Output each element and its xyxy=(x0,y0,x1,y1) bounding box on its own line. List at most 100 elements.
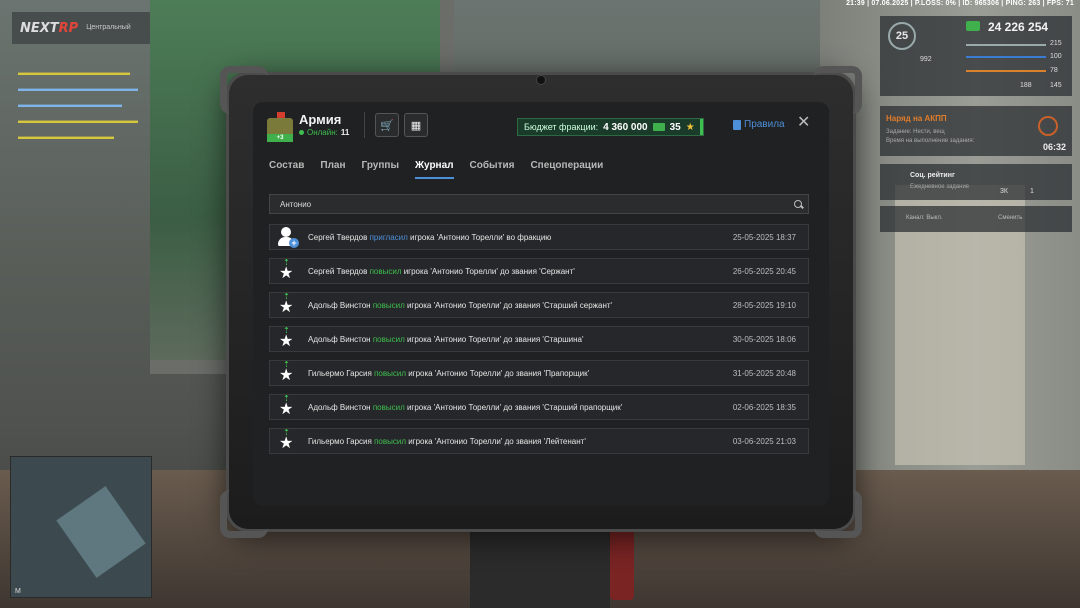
logo-brand: NEXTRP xyxy=(20,20,79,36)
stat-b: 145 xyxy=(1050,82,1062,89)
player-weapon xyxy=(610,520,634,600)
log-actor: Гильермо Гарсия xyxy=(308,368,375,378)
rules-link[interactable]: Правила xyxy=(733,119,785,130)
faction-budget: Бюджет фракции: 4 360 000 35 ★ xyxy=(517,118,704,136)
log-row: ⇡ ★ Адольф Винстон повысил игрока 'Антонио… xyxy=(269,326,809,352)
log-text: Адольф Винстон повысил игрока 'Антонио Т… xyxy=(308,403,733,412)
log-actor: Адольф Винстон xyxy=(308,300,373,310)
log-action: пригласил xyxy=(369,232,408,242)
radio-switch: Сменить xyxy=(998,215,1023,221)
stat-a: 188 xyxy=(1020,82,1032,89)
log-actor: Гильермо Гарсия xyxy=(308,436,375,446)
log-details: игрока 'Антонио Торелли' во фракцию xyxy=(407,232,552,242)
level-badge: 25 xyxy=(888,22,916,50)
online-status: Онлайн: 11 xyxy=(299,128,349,137)
budget-label: Бюджет фракции: xyxy=(524,122,599,132)
log-action: повысил xyxy=(374,436,406,446)
promote-star-icon: ⇡ ★ xyxy=(279,292,294,316)
social-a: 3К xyxy=(1000,188,1008,195)
armor-bar xyxy=(966,56,1046,58)
chat-line: ▬▬▬▬▬▬▬▬▬▬▬▬▬▬ xyxy=(18,68,130,77)
log-action: повысил xyxy=(372,402,405,412)
job-title: Наряд на АКПП xyxy=(886,114,947,123)
log-text: Адольф Винстон повысил игрока 'Антонио Т… xyxy=(308,301,733,310)
job-panel: Наряд на АКПП Задание: Нести, вещ Время … xyxy=(880,106,1072,156)
tab-5[interactable]: Спецоперации xyxy=(530,160,603,179)
log-row: ⇡ ★ Адольф Винстон повысил игрока 'Антонио… xyxy=(269,394,809,420)
tab-3[interactable]: Журнал xyxy=(414,160,454,179)
chat-line: ▬▬▬▬▬▬▬▬▬▬▬▬ xyxy=(18,132,114,141)
online-count: 11 xyxy=(340,128,350,137)
hunger-value: 78 xyxy=(1050,67,1058,74)
promote-star-icon: ⇡ ★ xyxy=(279,428,294,452)
header-divider xyxy=(364,112,365,138)
log-date: 30-05-2025 18:06 xyxy=(732,334,796,344)
tab-2[interactable]: Группы xyxy=(362,160,399,179)
budget-value: 4 360 000 xyxy=(603,121,648,133)
tablet-header: +3 Армия Онлайн: 11 🛒 ▦ Бюджет фракции: 4… xyxy=(253,102,829,150)
log-text: Гильермо Гарсия повысил игрока 'Антонио … xyxy=(308,369,733,378)
social-rating-panel: Соц. рейтинг Ежедневное задание 3К 1 xyxy=(880,164,1072,200)
calculator-button[interactable]: ▦ xyxy=(404,113,428,137)
faction-name: Армия xyxy=(299,112,342,127)
log-details: игрока 'Антонио Торелли' до звания 'Прап… xyxy=(405,368,590,378)
hunger-bar xyxy=(966,70,1046,72)
user-plus-icon: + xyxy=(276,226,299,248)
player-stats-panel: 25 24 226 254 992 215 100 78 188 145 xyxy=(880,16,1072,96)
armor-value: 100 xyxy=(1050,53,1062,60)
tab-bar: Состав План Группы Журнал События Спецопераци… xyxy=(269,160,619,179)
journal-log: + Сергей Твердов пригласил игрока 'Антони… xyxy=(269,224,809,462)
tablet-camera xyxy=(536,75,546,85)
logo-location: Центральный xyxy=(86,24,131,31)
log-details: игрока 'Антонио Торелли' до звания 'Лейт… xyxy=(405,436,586,446)
job-coin-icon xyxy=(1038,116,1058,136)
log-details: игрока 'Антонио Торелли' до звания 'Стар… xyxy=(404,300,613,310)
log-action: повысил xyxy=(369,266,402,276)
log-action: повысил xyxy=(372,300,405,310)
chat-line: ▬▬▬▬▬▬▬▬▬▬▬▬▬▬▬ xyxy=(18,116,138,125)
online-dot-icon xyxy=(299,130,304,135)
promote-star-icon: ⇡ ★ xyxy=(279,360,294,384)
online-label: Онлайн: xyxy=(307,128,338,137)
log-text: Гильермо Гарсия повысил игрока 'Антонио … xyxy=(308,437,733,446)
log-row: ⇡ ★ Гильермо Гарсия повысил игрока 'Антони… xyxy=(269,360,809,386)
search-icon[interactable] xyxy=(794,200,802,208)
log-row: ⇡ ★ Гильермо Гарсия повысил игрока 'Антони… xyxy=(269,428,809,454)
rules-label: Правила xyxy=(744,119,785,130)
server-logo: NEXTRP Центральный xyxy=(12,12,150,44)
tab-4[interactable]: События xyxy=(470,160,515,179)
log-actor: Сергей Твердов xyxy=(308,232,370,242)
promote-star-icon: ⇡ ★ xyxy=(279,326,294,350)
social-b: 1 xyxy=(1030,188,1034,195)
book-icon xyxy=(733,119,741,130)
minimap-label: M xyxy=(15,588,21,595)
tab-1[interactable]: План xyxy=(320,160,345,179)
promote-star-icon: ⇡ ★ xyxy=(279,394,294,418)
health-bar xyxy=(966,44,1046,46)
log-date: 03-06-2025 21:03 xyxy=(732,436,796,446)
shop-button[interactable]: 🛒 xyxy=(375,113,399,137)
log-text: Сергей Твердов повысил игрока 'Антонио Т… xyxy=(308,267,733,276)
log-date: 28-05-2025 19:10 xyxy=(732,300,796,310)
hud-status-line: 21:39 | 07.06.2025 | P.LOSS: 0% | ID: 96… xyxy=(846,0,1074,7)
star-icon: ★ xyxy=(685,121,695,133)
close-icon[interactable]: ✕ xyxy=(797,115,810,131)
log-action: повысил xyxy=(374,368,406,378)
shopping-cart-icon: 🛒 xyxy=(380,119,394,132)
log-actor: Сергей Твердов xyxy=(308,266,370,276)
log-details: игрока 'Антонио Торелли' до звания 'Стар… xyxy=(404,334,584,344)
minimap: M xyxy=(10,456,152,598)
radio-label: Канал: Выкл. xyxy=(906,215,943,221)
radio-panel: Канал: Выкл. Сменить xyxy=(880,206,1072,232)
log-text: Сергей Твердов пригласил игрока 'Антонио… xyxy=(308,233,733,242)
chat-line: ▬▬▬▬▬▬▬▬▬▬▬▬▬ xyxy=(18,100,122,109)
health-value: 215 xyxy=(1050,40,1062,47)
log-date: 26-05-2025 20:45 xyxy=(732,266,796,276)
budget-stars: 35 xyxy=(669,121,681,133)
log-actor: Адольф Винстон xyxy=(308,402,373,412)
log-text: Адольф Винстон повысил игрока 'Антонио Т… xyxy=(308,335,733,344)
search-input[interactable] xyxy=(278,198,782,210)
search-box[interactable] xyxy=(269,194,809,214)
log-action: повысил xyxy=(372,334,405,344)
tab-0[interactable]: Состав xyxy=(269,160,304,179)
